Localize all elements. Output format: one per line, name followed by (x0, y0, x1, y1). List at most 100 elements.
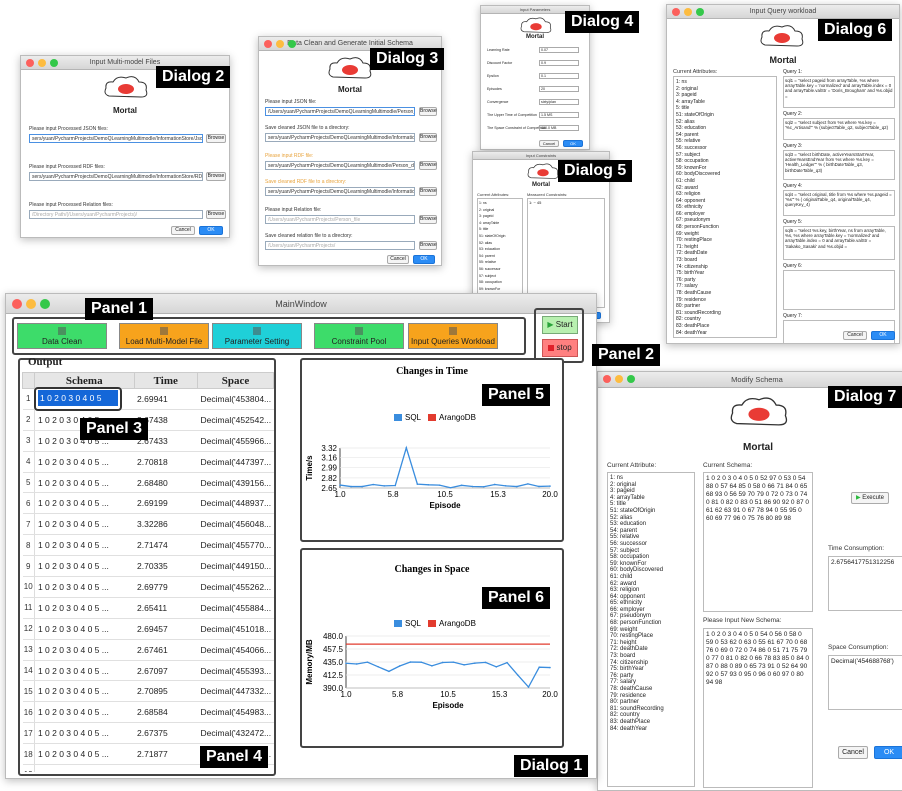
attribute-item[interactable]: 57: subject (479, 273, 521, 280)
attribute-item[interactable]: 59: knownFor (479, 286, 521, 293)
browse-button[interactable]: Browse (206, 134, 226, 143)
minimize-dot-icon[interactable] (615, 375, 623, 383)
schema-cell[interactable]: 1 0 2 0 3 0 4 0 5 ... (34, 701, 135, 724)
table-row[interactable]: 11 1 0 2 0 3 0 4 0 5 ... 2.65411 Decimal('4… (22, 597, 274, 619)
attribute-item[interactable]: 77: salary (676, 283, 774, 290)
query-input[interactable]: sql1 = "select pageid from arrayTable, %… (783, 76, 895, 108)
toolbar-button-3[interactable]: Constraint Pool (314, 323, 404, 349)
attribute-item[interactable]: 65: ethnicity (610, 600, 692, 607)
attribute-item[interactable]: 67: pseudonym (610, 613, 692, 620)
zoom-dot-icon[interactable] (288, 40, 296, 48)
query-input[interactable]: sql5 = "select %s.key, birthYear, ns fro… (783, 226, 895, 260)
attribute-item[interactable]: 52: alias (676, 119, 774, 126)
zoom-dot-icon[interactable] (696, 8, 704, 16)
attribute-item[interactable]: 56: successor (479, 266, 521, 273)
attribute-item[interactable]: 71: height (676, 244, 774, 251)
browse-button[interactable]: Browse (419, 133, 437, 142)
attribute-item[interactable]: 55: relative (610, 534, 692, 541)
zoom-dot-icon[interactable] (627, 375, 635, 383)
schema-cell[interactable]: 1 0 2 0 3 0 4 0 5 ... (34, 743, 135, 766)
attribute-item[interactable]: 66: employer (676, 211, 774, 218)
schema-cell[interactable]: 1 0 2 0 3 0 4 0 5 ... (34, 534, 135, 557)
attribute-item[interactable]: 71: height (610, 640, 692, 647)
time-column-header[interactable]: Time (133, 372, 199, 389)
space-cell[interactable]: Decimal('454983... (197, 701, 274, 724)
time-cell[interactable]: 3.32286 (134, 513, 198, 536)
space-cell[interactable]: Decimal('448937... (197, 492, 274, 515)
attribute-item[interactable]: 1: ns (479, 200, 521, 207)
parameter-input[interactable]: 20 (539, 86, 579, 92)
attribute-item[interactable]: 68: personFunction (676, 224, 774, 231)
parameter-input[interactable]: 1.5 MS (539, 112, 579, 118)
close-dot-icon[interactable] (26, 59, 34, 67)
row-number-cell[interactable]: 14 (22, 660, 35, 682)
row-number-cell[interactable]: 4 (22, 451, 35, 473)
attribute-item[interactable]: 68: personFunction (610, 620, 692, 627)
attribute-item[interactable]: 59: knownFor (676, 165, 774, 172)
attribute-item[interactable]: 5: title (676, 105, 774, 112)
relation-files-input[interactable]: /Directory Path/(/Users/yuan/PycharmProj… (29, 210, 203, 219)
time-cell[interactable]: 2.67097 (134, 660, 198, 682)
cancel-button[interactable]: Cancel (843, 331, 867, 340)
attribute-item[interactable]: 63: religion (610, 587, 692, 594)
attribute-item[interactable]: 55: relative (479, 259, 521, 266)
relation-file-input[interactable]: /Users/yuan/PycharmProjects/Person_file (265, 215, 415, 224)
attribute-item[interactable]: 80: partner (610, 699, 692, 706)
json-file-input[interactable]: /Users/yuan/PycharmProjects/DemoQLearnin… (265, 107, 415, 116)
attribute-item[interactable]: 2: original (676, 86, 774, 93)
attribute-item[interactable]: 53: education (479, 246, 521, 253)
schema-cell[interactable]: 1 0 2 0 3 0 4 0 5 ... (34, 639, 135, 661)
ok-button[interactable]: OK (413, 255, 435, 264)
space-cell[interactable]: Decimal('455262... (197, 576, 274, 598)
browse-button[interactable]: Browse (419, 241, 437, 250)
space-cell[interactable]: Decimal('452542... (197, 409, 274, 431)
ok-button[interactable]: OK (199, 226, 223, 235)
attribute-item[interactable]: 79: residence (676, 297, 774, 304)
time-cell[interactable]: 2.68584 (134, 701, 198, 724)
rdf-file-input[interactable]: sers/yuan/PycharmProjects/DemoQLearningM… (265, 161, 415, 170)
time-cell[interactable]: 2.71877 (134, 743, 198, 766)
space-cell[interactable]: Decimal('455966... (197, 430, 274, 452)
attribute-item[interactable]: 1: ns (610, 475, 692, 482)
table-row[interactable]: 15 1 0 2 0 3 0 4 0 5 ... 2.70895 Decimal('4… (22, 680, 274, 703)
attribute-item[interactable]: 60: bodyDiscovered (610, 567, 692, 574)
table-row[interactable]: 71 0 2 0 3 0 4 0 5 ... 3.32286 Decimal('45… (22, 513, 274, 536)
d6-attribute-list[interactable]: 1: ns 2: original 3: pageid 4: arrayTable 5:… (673, 76, 777, 338)
schema-cell[interactable]: 1 0 2 0 3 0 4 0 5 ... (34, 472, 135, 494)
time-cell[interactable]: 2.68480 (134, 472, 198, 494)
stop-button[interactable]: stop (542, 339, 578, 357)
table-row[interactable]: 17 1 0 2 0 3 0 4 0 5 ... 2.67375 Decimal('4… (22, 722, 274, 745)
schema-cell[interactable]: 1 0 2 0 3 0 4 0 5 ... (34, 555, 135, 578)
parameter-input[interactable]: 0.07 (539, 47, 579, 53)
attribute-item[interactable]: 81: soundRecording (676, 310, 774, 317)
space-cell[interactable]: Decimal('455884... (197, 597, 274, 619)
attribute-item[interactable]: 82: country (610, 712, 692, 719)
ok-button[interactable]: OK (871, 331, 895, 340)
schema-cell[interactable]: 1 0 2 0 3 0 4 0 5 ... (34, 618, 135, 640)
space-cell[interactable]: Decimal('449150... (197, 555, 274, 578)
time-cell[interactable]: 2.69457 (134, 618, 198, 640)
table-row[interactable]: 10 1 0 2 0 3 0 4 0 5 ... 2.69779 Decimal('4… (22, 576, 274, 598)
attribute-item[interactable]: 65: ethnicity (676, 204, 774, 211)
attribute-item[interactable]: 3: pageid (479, 213, 521, 220)
save-json-input[interactable]: sers/yuan/PycharmProjects/DemoQLearningM… (265, 133, 415, 142)
save-rdf-input[interactable]: sers/yuan/PycharmProjects/DemoQLearningM… (265, 187, 415, 196)
attribute-item[interactable]: 54: parent (676, 132, 774, 139)
browse-button[interactable]: Browse (419, 187, 437, 196)
save-relation-input[interactable]: /Users/yuan/PycharmProjects/ (265, 241, 415, 250)
attribute-item[interactable]: 84: deathYear (610, 726, 692, 733)
close-dot-icon[interactable] (672, 8, 680, 16)
row-number-cell[interactable]: 1 (22, 388, 35, 410)
parameter-input[interactable]: 0.9 (539, 60, 579, 66)
minimize-dot-icon[interactable] (26, 299, 36, 309)
browse-button[interactable]: Browse (206, 172, 226, 181)
table-row[interactable]: 81 0 2 0 3 0 4 0 5 ... 2.71474 Decimal('45… (22, 534, 274, 557)
attribute-item[interactable]: 5: title (479, 226, 521, 233)
schema-cell[interactable]: 1 0 2 0 3 0 4 0 5 ... (34, 680, 135, 703)
attribute-item[interactable]: 78: deathCause (610, 686, 692, 693)
space-cell[interactable]: Decimal('456048... (197, 513, 274, 536)
attribute-item[interactable]: 2: original (479, 207, 521, 214)
schema-cell[interactable]: 1 0 2 0 3 0 4 0 5 ... (34, 722, 135, 745)
attribute-item[interactable]: 62: award (610, 581, 692, 588)
attribute-item[interactable]: 73: board (610, 653, 692, 660)
